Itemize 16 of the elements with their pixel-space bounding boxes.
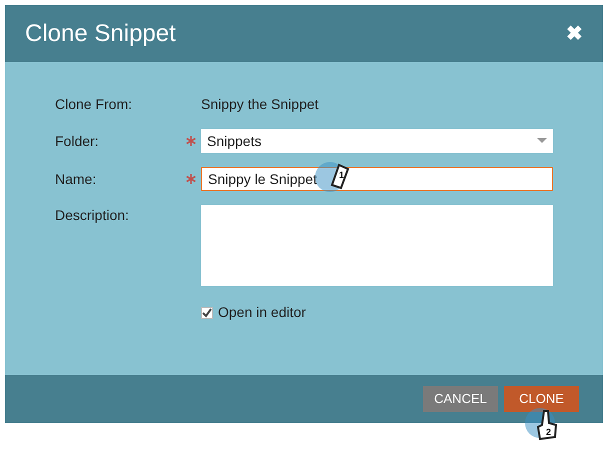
field-label: Folder: — [55, 132, 100, 150]
field-label: Description: — [55, 206, 130, 225]
clone-from-value: Snippy the Snippet — [201, 95, 320, 114]
checkbox-label: Open in editor — [218, 303, 306, 322]
field-label: Clone From: — [55, 95, 134, 114]
description-field[interactable] — [201, 205, 553, 286]
close-button[interactable]: ✖ — [566, 24, 583, 44]
step-number: 1 — [339, 169, 344, 182]
dialog-title: Clone Snippet — [25, 18, 176, 48]
cancel-button[interactable]: CANCEL — [423, 386, 498, 412]
field-label: Name: — [55, 170, 98, 188]
folder-dropdown[interactable]: Snippets — [201, 129, 553, 153]
step-number: 2 — [546, 426, 552, 439]
checkbox[interactable] — [201, 306, 213, 318]
clone-button[interactable]: CLONE — [504, 386, 579, 412]
dropdown-caret-icon — [537, 138, 547, 144]
